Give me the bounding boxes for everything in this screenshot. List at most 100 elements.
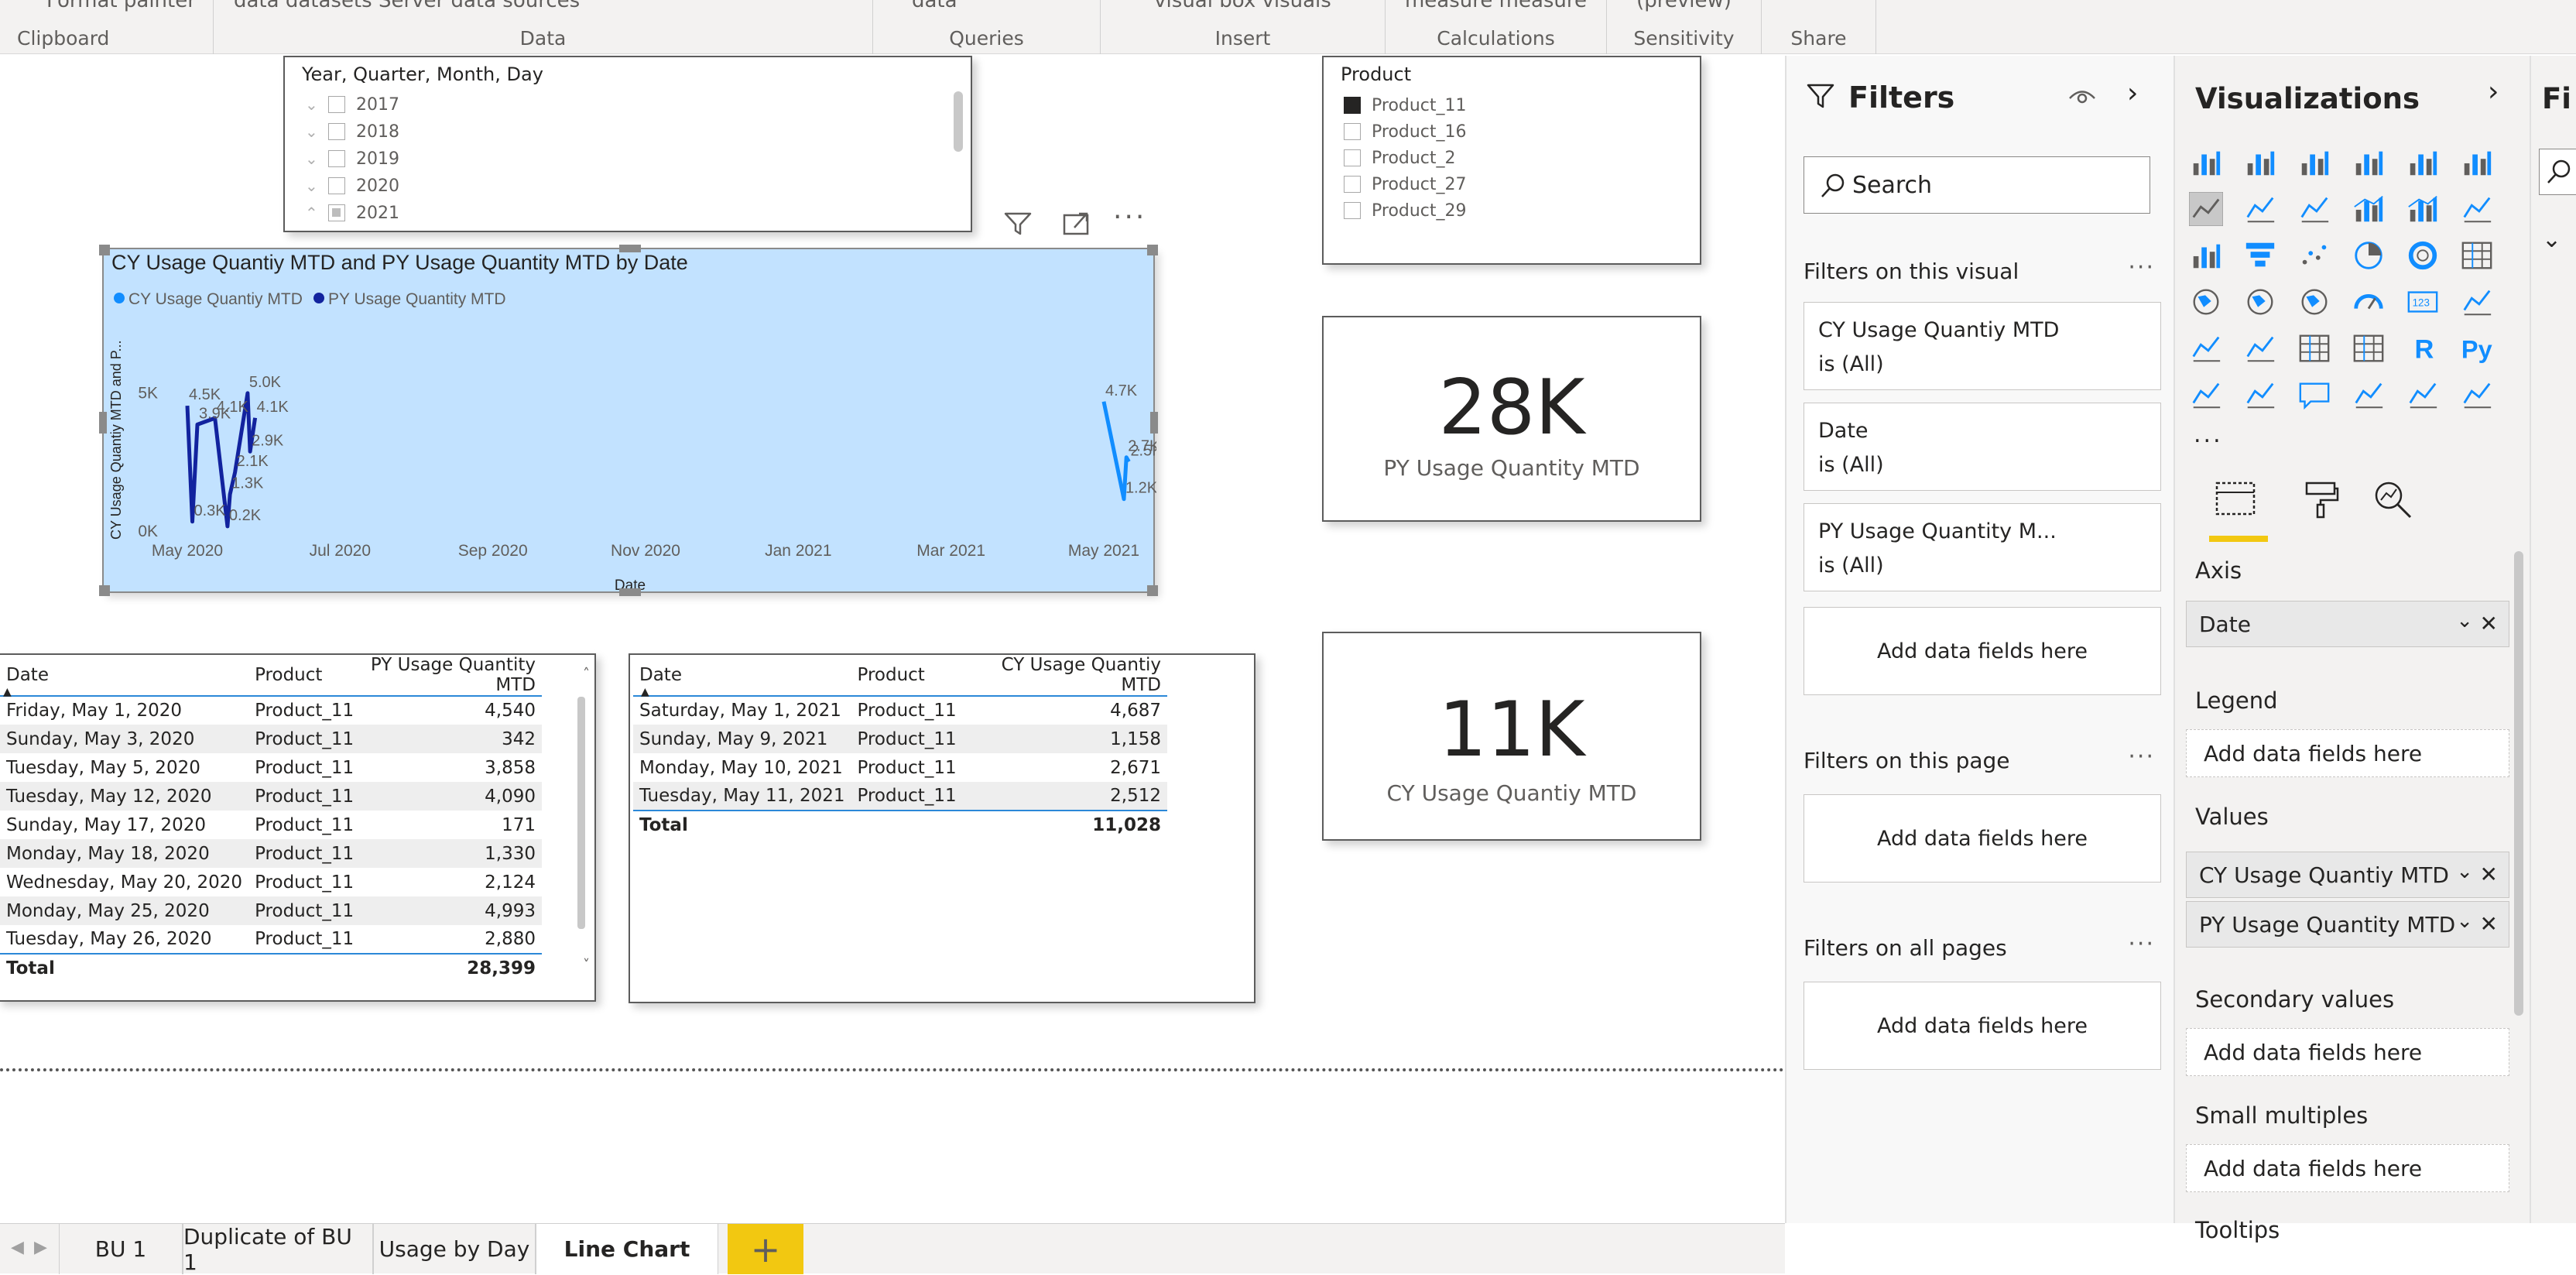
page-tab-bu-1[interactable]: BU 1: [59, 1224, 183, 1274]
table-row[interactable]: Tuesday, May 11, 2021 Product_11 2,512: [633, 782, 1167, 811]
more-visuals-icon[interactable]: ...: [2194, 421, 2223, 448]
ribbon-chart-icon[interactable]: [2460, 192, 2494, 226]
resize-handle[interactable]: [619, 245, 641, 252]
legend-label-py[interactable]: PY Usage Quantity MTD: [328, 290, 506, 308]
resize-handle[interactable]: [1150, 412, 1158, 434]
well-field-py-usage[interactable]: PY Usage Quantity MTD ⌄ ✕: [2186, 901, 2509, 948]
filters-search-box[interactable]: Search: [1804, 156, 2150, 214]
ribbon-sensitivity-button[interactable]: (preview): [1607, 0, 1761, 12]
filled-map-icon[interactable]: [2243, 285, 2277, 319]
slicer-item-product-2[interactable]: Product_2: [1344, 145, 1456, 171]
column-header-product[interactable]: Product: [851, 655, 963, 697]
chevron-down-icon[interactable]: ⌄: [2456, 609, 2473, 632]
add-page-button[interactable]: +: [728, 1224, 803, 1274]
checkbox[interactable]: [328, 96, 345, 113]
line-chart-visual[interactable]: CY Usage Quantiy MTD and PY Usage Quanti…: [99, 245, 1158, 596]
python-visual-icon[interactable]: Py: [2460, 331, 2494, 365]
table-row[interactable]: Friday, May 1, 2020 Product_11 4,540: [0, 696, 542, 725]
ribbon-insert-buttons[interactable]: visual box visuals: [1101, 0, 1385, 12]
add-visual-filter-drop[interactable]: Add data fields here: [1804, 607, 2161, 695]
slicer-scrollbar[interactable]: [954, 91, 963, 152]
more-options-icon[interactable]: ···: [2128, 931, 2155, 958]
well-field-date[interactable]: Date ⌄ ✕: [2186, 601, 2509, 647]
chevron-down-icon[interactable]: ⌄: [305, 95, 328, 114]
treemap-icon[interactable]: [2460, 238, 2494, 272]
line-clustered-icon[interactable]: [2406, 192, 2440, 226]
sort-ascending-icon[interactable]: ▲: [3, 686, 12, 698]
add-report-filter-drop[interactable]: Add data fields here: [1804, 982, 2161, 1070]
chevron-down-icon[interactable]: ⌄: [305, 122, 328, 141]
eye-icon[interactable]: [2067, 85, 2098, 108]
funnel-icon[interactable]: [2243, 238, 2277, 272]
well-field-cy-usage[interactable]: CY Usage Quantiy MTD ⌄ ✕: [2186, 852, 2509, 898]
power-apps-icon[interactable]: [2460, 378, 2494, 412]
close-icon[interactable]: ✕: [2480, 862, 2498, 887]
checkbox[interactable]: [328, 123, 345, 140]
table-row[interactable]: Monday, May 25, 2020 Product_11 4,993: [0, 896, 542, 925]
column-header-date[interactable]: Date: [0, 655, 249, 697]
slicer-icon[interactable]: [2243, 331, 2277, 365]
stacked-column-icon[interactable]: [2243, 146, 2277, 180]
collapse-pane-icon[interactable]: ›: [2488, 76, 2499, 108]
column-header-product[interactable]: Product: [248, 655, 361, 697]
table-icon[interactable]: [2297, 331, 2331, 365]
resize-handle[interactable]: [99, 585, 110, 596]
multi-row-card-icon[interactable]: [2460, 285, 2494, 319]
qna-icon[interactable]: [2297, 378, 2331, 412]
column-header-date[interactable]: Date: [633, 655, 851, 697]
resize-handle[interactable]: [99, 412, 107, 434]
column-header-py-usage[interactable]: PY Usage Quantity MTD: [360, 655, 542, 697]
key-influencers-icon[interactable]: [2189, 378, 2223, 412]
legend-label-cy[interactable]: CY Usage Quantiy MTD: [128, 290, 303, 308]
scroll-up-icon[interactable]: ˄: [583, 666, 590, 682]
page-tab-line-chart[interactable]: Line Chart: [536, 1224, 718, 1274]
ribbon-queries-buttons[interactable]: data: [873, 0, 1100, 12]
page-tab-duplicate-of-bu-1[interactable]: Duplicate of BU 1: [183, 1224, 373, 1275]
checkbox[interactable]: [1344, 149, 1361, 166]
table-row[interactable]: Sunday, May 3, 2020 Product_11 342: [0, 725, 542, 753]
paginated-report-icon[interactable]: [2406, 378, 2440, 412]
product-slicer[interactable]: Product Product_11 Product_16 Product_2 …: [1322, 56, 1701, 265]
resize-handle[interactable]: [99, 245, 110, 255]
more-options-icon[interactable]: ···: [1113, 201, 1146, 233]
checkbox[interactable]: [1344, 176, 1361, 193]
slicer-item-product-29[interactable]: Product_29: [1344, 197, 1467, 224]
page-tab-usage-by-day[interactable]: Usage by Day: [373, 1224, 536, 1274]
donut-icon[interactable]: [2406, 238, 2440, 272]
scatter-icon[interactable]: [2297, 238, 2331, 272]
slicer-item-2021[interactable]: ⌃ 2021: [305, 200, 399, 226]
slicer-item-product-27[interactable]: Product_27: [1344, 171, 1467, 197]
add-page-filter-drop[interactable]: Add data fields here: [1804, 794, 2161, 883]
slicer-item-2020[interactable]: ⌄ 2020: [305, 173, 399, 199]
stacked-bar-icon[interactable]: [2189, 146, 2223, 180]
filter-card-py-usage[interactable]: PY Usage Quantity M... is (All): [1804, 503, 2161, 591]
tab-scroll-right-icon[interactable]: ▶: [34, 1238, 47, 1257]
chevron-down-icon[interactable]: ⌄: [2542, 226, 2561, 253]
checkbox[interactable]: [1344, 123, 1361, 140]
table-scrollbar[interactable]: [577, 697, 585, 929]
resize-handle[interactable]: [1147, 585, 1158, 596]
pane-scrollbar[interactable]: [2514, 551, 2523, 1016]
line-chart[interactable]: CY Usage Quantiy MTD and PY Usage Quanti…: [104, 249, 1156, 595]
filter-card-cy-usage[interactable]: CY Usage Quantiy MTD is (All): [1804, 302, 2161, 390]
kpi-icon[interactable]: [2189, 331, 2223, 365]
checkbox[interactable]: [328, 150, 345, 167]
waterfall-icon[interactable]: [2189, 238, 2223, 272]
table-row[interactable]: Sunday, May 9, 2021 Product_11 1,158: [633, 725, 1167, 753]
area-chart-icon[interactable]: [2243, 192, 2277, 226]
checkbox-checked[interactable]: [1344, 97, 1361, 114]
report-canvas[interactable]: Year, Quarter, Month, Day ⌄ 2017 ⌄ 2018 ⌄ 2…: [0, 56, 1785, 1223]
table-row[interactable]: Tuesday, May 26, 2020 Product_11 2,880: [0, 925, 542, 954]
analytics-magnifier-icon[interactable]: [2372, 478, 2413, 520]
table-row[interactable]: Monday, May 10, 2021 Product_11 2,671: [633, 753, 1167, 782]
chevron-down-icon[interactable]: ⌄: [305, 177, 328, 195]
card-py-usage[interactable]: 28K PY Usage Quantity MTD: [1322, 316, 1701, 522]
py-usage-table[interactable]: Date Product PY Usage Quantity MTD Frida…: [0, 653, 596, 1002]
ribbon-button-format-painter[interactable]: Format painter: [0, 0, 213, 12]
slicer-item-product-11[interactable]: Product_11: [1344, 92, 1467, 118]
close-icon[interactable]: ✕: [2480, 911, 2498, 937]
decomposition-tree-icon[interactable]: [2243, 378, 2277, 412]
filter-icon[interactable]: [1002, 207, 1034, 240]
r-visual-icon[interactable]: R: [2406, 331, 2440, 365]
slicer-item-2019[interactable]: ⌄ 2019: [305, 146, 399, 172]
